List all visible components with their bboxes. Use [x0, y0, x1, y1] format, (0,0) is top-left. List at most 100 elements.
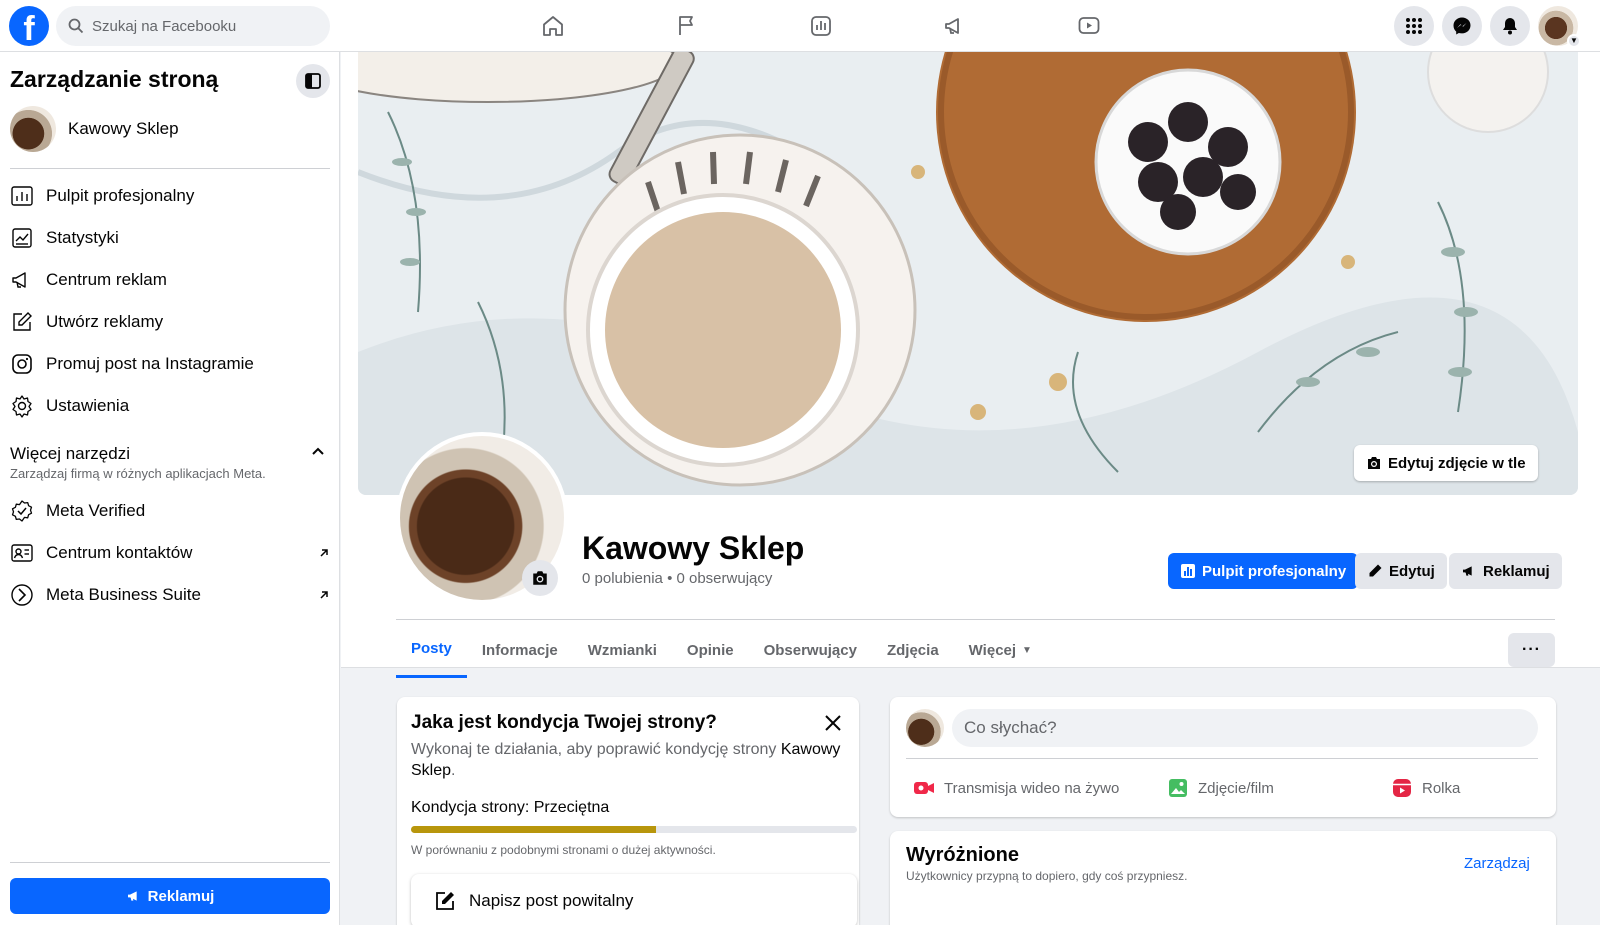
sidebar-item-label: Utwórz reklamy [46, 312, 164, 331]
more-tools-heading[interactable]: Więcej narzędzi [10, 444, 130, 464]
health-desc-prefix: Wykonaj te działania, aby poprawić kondy… [411, 741, 781, 758]
page-tabs: Posty Informacje Wzmianki Opinie Obserwu… [396, 622, 1047, 678]
compose-icon [436, 892, 454, 910]
health-progress-fill [411, 826, 657, 833]
bell-icon [1503, 18, 1517, 35]
reel-button[interactable]: Rolka [1390, 771, 1460, 805]
page-stats[interactable]: 0 polubienia • 0 obserwujący [582, 570, 772, 587]
tab-posts[interactable]: Posty [396, 622, 467, 678]
header-divider [396, 619, 1555, 620]
featured-description: Użytkownicy przypną to dopiero, gdy coś … [906, 869, 1188, 883]
grid-menu-icon [1406, 18, 1422, 34]
sidebar-page-profile[interactable]: Kawowy Sklep [10, 106, 179, 152]
advertise-label: Reklamuj [1483, 562, 1550, 580]
sidebar-item-meta-verified[interactable]: Meta Verified [10, 493, 145, 529]
page-title: Kawowy Sklep [582, 530, 805, 566]
professional-dashboard-label: Pulpit profesjonalny [1202, 562, 1347, 580]
sidebar-advertise-button[interactable]: Reklamuj [10, 878, 330, 914]
external-link-icon [320, 549, 328, 557]
edit-cover-button[interactable]: Edytuj zdjęcie w tle [1354, 445, 1538, 481]
business-suite-icon [11, 584, 33, 606]
notifications-button[interactable] [1490, 6, 1530, 46]
tab-label: Obserwujący [763, 641, 857, 659]
stats-icon [12, 228, 32, 248]
camera-icon [1368, 457, 1380, 469]
tab-label: Więcej [968, 641, 1017, 659]
menu-button[interactable] [1394, 6, 1434, 46]
page-avatar [10, 106, 56, 152]
sidebar-item-promote-instagram[interactable]: Promuj post na Instagramie [10, 346, 254, 382]
sidebar-divider [10, 168, 330, 169]
sidebar-item-settings[interactable]: Ustawienia [10, 388, 129, 424]
tab-more[interactable]: Więcej ▼ [954, 622, 1047, 678]
account-avatar[interactable]: ▼ [1538, 6, 1581, 48]
tab-reviews[interactable]: Opinie [672, 622, 749, 678]
more-options-button[interactable]: ··· [1508, 633, 1555, 667]
live-video-icon [914, 782, 934, 794]
close-icon[interactable] [821, 711, 845, 735]
professional-dashboard-button[interactable]: Pulpit profesjonalny [1168, 553, 1359, 589]
sidebar-item-accounts-center[interactable]: Centrum kontaktów [10, 535, 332, 571]
messenger-icon [1453, 17, 1471, 35]
sidebar-item-label: Pulpit profesjonalny [46, 186, 195, 205]
sidebar-title: Zarządzanie stroną [10, 66, 219, 92]
dashboard-icon [1181, 564, 1195, 578]
composer-input[interactable]: Co słychać? [952, 709, 1538, 747]
page-health-card: Jaka jest kondycja Twojej strony? Wykona… [397, 697, 859, 925]
live-video-button[interactable]: Transmisja wideo na żywo [912, 771, 1119, 805]
nav-home[interactable] [486, 0, 620, 52]
sidebar-item-label: Promuj post na Instagramie [46, 354, 254, 373]
sidebar-item-dashboard[interactable]: Pulpit profesjonalny [10, 178, 194, 214]
edit-page-button[interactable]: Edytuj [1355, 553, 1447, 589]
sidebar-item-label: Statystyki [46, 228, 119, 247]
featured-title: Wyróżnione [906, 844, 1019, 866]
top-navigation-bar: f ▼ [0, 0, 1600, 52]
messenger-button[interactable] [1442, 6, 1482, 46]
dashboard-icon [11, 186, 33, 206]
advertise-button[interactable]: Reklamuj [1449, 553, 1562, 589]
facebook-logo[interactable]: f [9, 6, 49, 46]
reel-label: Rolka [1422, 779, 1461, 797]
tab-label: Informacje [481, 641, 558, 659]
sidebar-item-business-suite[interactable]: Meta Business Suite [10, 577, 332, 613]
tab-about[interactable]: Informacje [467, 622, 573, 678]
manage-featured-link[interactable]: Zarządzaj [1464, 855, 1530, 872]
collapse-sidebar-button[interactable] [296, 64, 330, 98]
welcome-post-label: Napisz post powitalny [469, 891, 634, 910]
camera-icon [533, 571, 547, 585]
sidebar-toggle-icon [305, 73, 321, 89]
nav-insights[interactable] [754, 0, 888, 52]
nav-pages[interactable] [620, 0, 754, 52]
sidebar-page-name: Kawowy Sklep [68, 119, 179, 138]
sidebar-item-label: Ustawienia [46, 396, 130, 415]
megaphone-icon [1463, 566, 1472, 576]
home-icon [543, 16, 563, 36]
cover-photo[interactable] [358, 52, 1578, 495]
tab-photos[interactable]: Zdjęcia [872, 622, 954, 678]
nav-video[interactable] [1022, 0, 1156, 52]
live-video-label: Transmisja wideo na żywo [944, 779, 1120, 797]
nav-ads[interactable] [888, 0, 1022, 52]
reel-icon [1393, 779, 1411, 797]
write-welcome-post-button[interactable]: Napisz post powitalny [411, 874, 857, 925]
tab-mentions[interactable]: Wzmianki [573, 622, 672, 678]
tab-label: Zdjęcia [886, 641, 939, 659]
change-profile-picture-button[interactable] [522, 560, 558, 596]
pencil-icon [1369, 564, 1382, 577]
search-input[interactable] [92, 17, 312, 35]
gear-icon [12, 395, 32, 418]
sidebar-item-label: Centrum kontaktów [46, 543, 193, 562]
sidebar-item-label: Centrum reklam [46, 270, 167, 289]
megaphone-icon [945, 18, 959, 34]
tab-followers[interactable]: Obserwujący [749, 622, 872, 678]
sidebar-item-create-ads[interactable]: Utwórz reklamy [10, 304, 163, 340]
sidebar-item-stats[interactable]: Statystyki [10, 220, 119, 256]
sidebar-advertise-label: Reklamuj [147, 887, 215, 905]
avatar[interactable] [906, 709, 944, 747]
photo-video-button[interactable]: Zdjęcie/film [1166, 771, 1274, 805]
sidebar-item-ad-center[interactable]: Centrum reklam [10, 262, 167, 298]
external-link-icon [320, 591, 328, 599]
search-box[interactable] [56, 6, 330, 46]
health-title: Jaka jest kondycja Twojej strony? [411, 712, 717, 733]
chevron-up-icon[interactable] [310, 444, 326, 460]
